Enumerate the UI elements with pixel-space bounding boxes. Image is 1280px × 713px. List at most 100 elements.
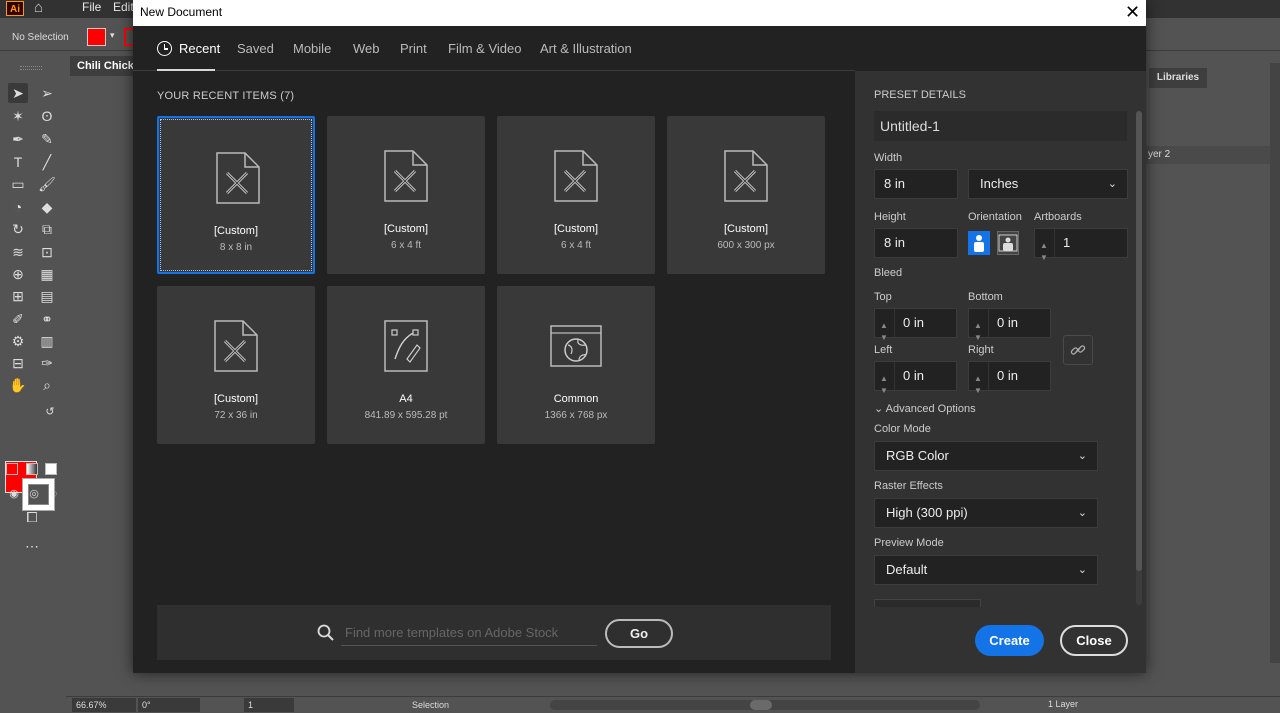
menu-edit[interactable]: Edit <box>113 0 134 14</box>
tab-recent[interactable]: Recent <box>179 41 220 56</box>
stepper-arrows[interactable]: ▲ ▼ <box>875 362 895 395</box>
pen-tool-icon[interactable]: ✒ <box>8 129 28 149</box>
landscape-orientation-button[interactable] <box>997 231 1019 255</box>
tab-art-illustration[interactable]: Art & Illustration <box>540 41 632 56</box>
panel-grip[interactable] <box>20 66 42 70</box>
scale-tool-icon[interactable]: ⧉ <box>37 219 57 239</box>
artboard-tool-icon[interactable]: ⊟ <box>8 353 28 373</box>
libraries-tab[interactable]: Libraries <box>1149 68 1207 88</box>
recent-item-name: [Custom] <box>213 225 258 237</box>
scrollbar-thumb[interactable] <box>1136 111 1142 571</box>
tab-film-video[interactable]: Film & Video <box>448 41 521 56</box>
recent-item-card[interactable]: [Custom] 72 x 36 in <box>157 286 315 444</box>
width-field[interactable]: 8 in <box>874 169 958 199</box>
blend-tool-icon[interactable]: ⚭ <box>37 309 57 329</box>
fill-color-swatch[interactable] <box>87 28 106 46</box>
layer-row[interactable]: yer 2 <box>1146 146 1270 164</box>
mesh-tool-icon[interactable]: ⊞ <box>8 286 28 306</box>
recent-item-card[interactable]: [Custom] 600 x 300 px <box>667 116 825 274</box>
more-templates-button-partial[interactable] <box>874 599 981 607</box>
artboard-navigator[interactable]: 1 <box>244 698 294 712</box>
stepper-arrows[interactable]: ▲ ▼ <box>969 362 989 395</box>
shaper-tool-icon[interactable]: ◔ <box>8 197 28 217</box>
scrollbar-thumb[interactable] <box>750 700 772 710</box>
stepper-arrows[interactable]: ▲ ▼ <box>1035 229 1055 262</box>
preset-panel-scrollbar[interactable] <box>1136 111 1142 605</box>
screen-mode-icon[interactable]: ⧠ <box>22 507 42 527</box>
rotation-select[interactable]: 0° <box>138 698 200 712</box>
gradient-tool-icon[interactable]: ▤ <box>37 286 57 306</box>
artboards-stepper[interactable]: ▲ ▼ 1 <box>1034 228 1128 262</box>
line-tool-icon[interactable]: ╱ <box>37 152 57 172</box>
recent-item-size: 600 x 300 px <box>717 240 775 251</box>
shape-builder-tool-icon[interactable]: ⊕ <box>8 264 28 284</box>
color-mode-icon[interactable] <box>6 463 18 475</box>
hand-tool-icon[interactable]: ✋ <box>8 375 28 395</box>
document-tab[interactable]: Chili Chicke <box>70 56 136 76</box>
go-button[interactable]: Go <box>605 619 673 648</box>
color-mode-dropdown[interactable]: RGB Color ⌄ <box>874 441 1098 471</box>
draw-inside-icon[interactable]: ◌ <box>44 484 64 504</box>
draw-normal-icon[interactable]: ◉ <box>4 484 24 504</box>
slice-tool-icon[interactable]: ✑ <box>37 353 57 373</box>
link-bleed-button[interactable] <box>1063 335 1093 365</box>
raster-effects-dropdown[interactable]: High (300 ppi) ⌄ <box>874 498 1098 528</box>
warp-tool-icon[interactable]: ≋ <box>8 242 28 262</box>
swap-colors-icon[interactable]: ↺ <box>40 402 60 422</box>
bleed-left-stepper[interactable]: ▲ ▼ 0 in <box>874 361 957 395</box>
advanced-options-toggle[interactable]: ⌄ Advanced Options <box>874 402 976 415</box>
type-tool-icon[interactable]: T <box>8 152 28 172</box>
recent-item-card[interactable]: [Custom] 8 x 8 in <box>157 116 315 274</box>
horizontal-scrollbar[interactable] <box>550 700 980 710</box>
recent-item-card[interactable]: Common 1366 x 768 px <box>497 286 655 444</box>
lasso-tool-icon[interactable]: ʘ <box>37 106 57 126</box>
zoom-tool-icon[interactable]: ⌕ <box>37 375 57 395</box>
rotate-tool-icon[interactable]: ↻ <box>8 219 28 239</box>
draw-behind-icon[interactable]: ◎ <box>24 484 44 504</box>
menu-file[interactable]: File <box>82 0 101 14</box>
preview-mode-dropdown[interactable]: Default ⌄ <box>874 555 1098 585</box>
close-button[interactable]: Close <box>1060 625 1128 656</box>
magic-wand-tool-icon[interactable]: ✶ <box>8 106 28 126</box>
eraser-tool-icon[interactable]: ◆ <box>37 197 57 217</box>
bleed-bottom-stepper[interactable]: ▲ ▼ 0 in <box>968 308 1051 342</box>
tab-mobile[interactable]: Mobile <box>293 41 331 56</box>
direct-selection-tool-icon[interactable]: ➢ <box>37 83 57 103</box>
chevron-down-icon[interactable]: ▼ <box>1040 244 1048 272</box>
document-name-field[interactable]: Untitled-1 <box>874 111 1127 141</box>
tab-print[interactable]: Print <box>400 41 427 56</box>
portrait-orientation-button[interactable] <box>968 231 990 255</box>
symbol-sprayer-tool-icon[interactable]: ⚙ <box>8 331 28 351</box>
curvature-tool-icon[interactable]: ✎ <box>37 129 57 149</box>
zoom-level-select[interactable]: 66.67% <box>72 698 136 712</box>
create-button[interactable]: Create <box>975 625 1044 656</box>
free-transform-tool-icon[interactable]: ⊡ <box>37 242 57 262</box>
chevron-down-icon[interactable]: ▼ <box>880 377 888 405</box>
perspective-grid-tool-icon[interactable]: ▦ <box>37 264 57 284</box>
units-dropdown[interactable]: Inches ⌄ <box>968 169 1128 199</box>
stock-search-input[interactable] <box>341 620 597 646</box>
stepper-arrows[interactable]: ▲ ▼ <box>969 309 989 342</box>
recent-item-card[interactable]: A4 841.89 x 595.28 pt <box>327 286 485 444</box>
bleed-right-stepper[interactable]: ▲ ▼ 0 in <box>968 361 1051 395</box>
close-icon[interactable]: ✕ <box>1119 0 1146 24</box>
more-tools-icon[interactable]: ⋯ <box>22 536 42 556</box>
height-field[interactable]: 8 in <box>874 228 958 258</box>
recent-item-card[interactable]: [Custom] 6 x 4 ft <box>327 116 485 274</box>
tab-saved[interactable]: Saved <box>237 41 274 56</box>
gradient-mode-icon[interactable] <box>26 463 38 475</box>
stepper-arrows[interactable]: ▲ ▼ <box>875 309 895 342</box>
eyedropper-tool-icon[interactable]: ✐ <box>8 309 28 329</box>
none-mode-icon[interactable] <box>45 463 57 475</box>
home-icon[interactable]: ⌂ <box>34 0 54 16</box>
graph-tool-icon[interactable]: ▥ <box>37 331 57 351</box>
panel-scrollbar[interactable] <box>1270 63 1280 663</box>
chevron-down-icon[interactable]: ▼ <box>974 377 982 405</box>
tab-web[interactable]: Web <box>353 41 380 56</box>
recent-item-card[interactable]: [Custom] 6 x 4 ft <box>497 116 655 274</box>
bleed-top-stepper[interactable]: ▲ ▼ 0 in <box>874 308 957 342</box>
chevron-down-icon[interactable]: ▾ <box>110 30 115 41</box>
selection-tool-icon[interactable]: ➤ <box>8 83 28 103</box>
rectangle-tool-icon[interactable]: ▭ <box>8 174 28 194</box>
paintbrush-tool-icon[interactable]: 🖌 <box>37 174 57 194</box>
